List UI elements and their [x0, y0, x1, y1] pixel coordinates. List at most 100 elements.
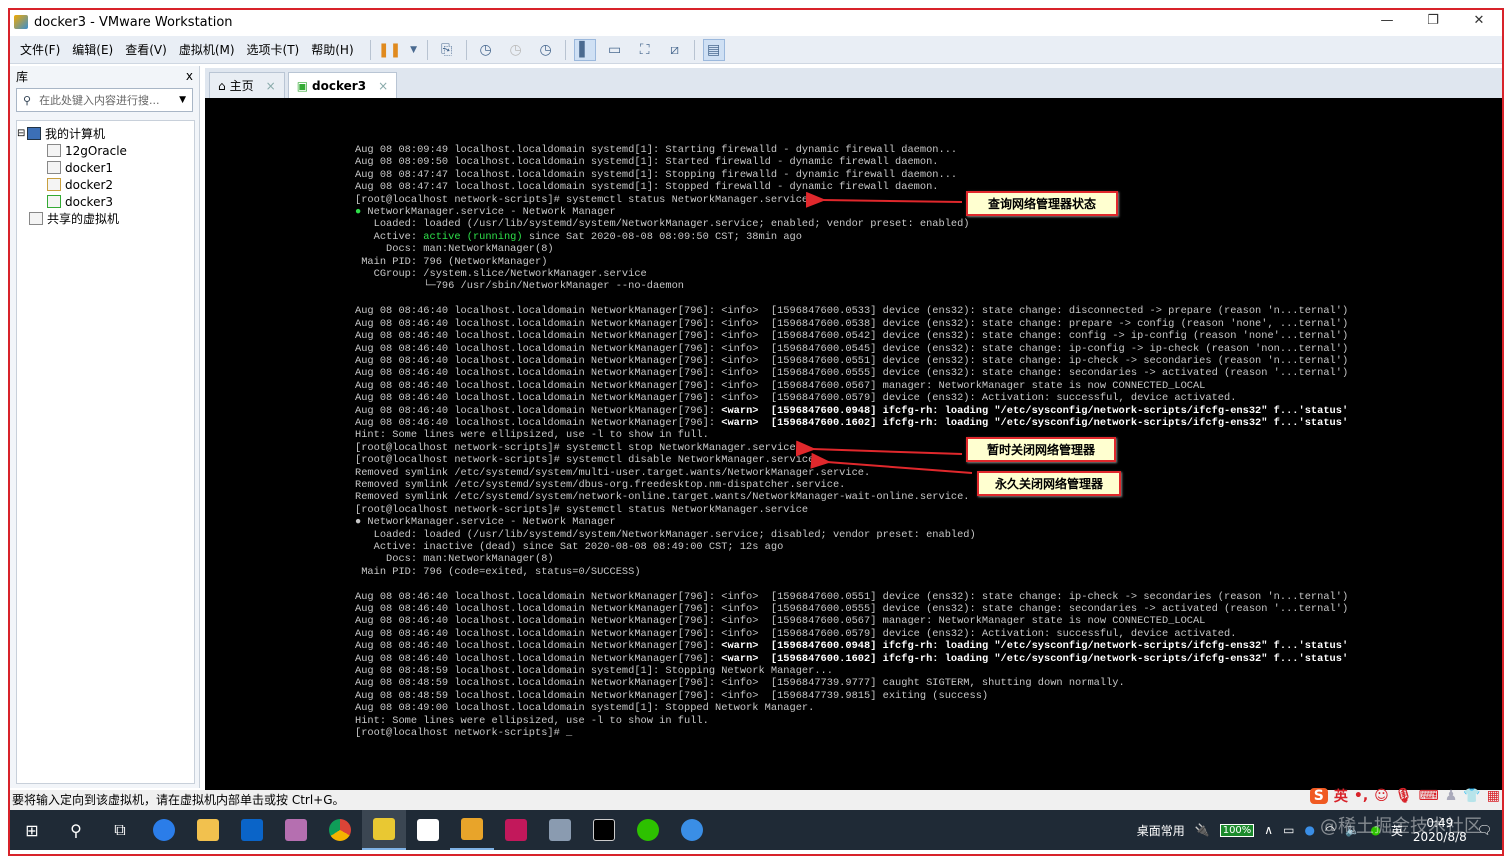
- tab-docker3[interactable]: ▣ docker3 ×: [287, 72, 398, 98]
- menu-help[interactable]: 帮助(H): [311, 41, 353, 58]
- divider: [465, 39, 467, 60]
- annotation-disable: 永久关闭网络管理器: [977, 471, 1121, 496]
- outlook-icon[interactable]: [230, 810, 274, 850]
- watermark: @稀土掘金技术社区: [1320, 816, 1482, 837]
- system-tray: 桌面常用 🔌 100% ∧ ▭ ● ◠ 🔈 ● 英 @稀土掘金技术社区 0:49…: [1137, 810, 1492, 850]
- user-icon[interactable]: ♟: [1445, 788, 1458, 804]
- vm-running-icon: ▣: [296, 78, 309, 93]
- emoji-icon[interactable]: ☺: [1374, 788, 1389, 804]
- tree-vm-12goracle[interactable]: 12gOracle: [17, 142, 194, 159]
- task-view-icon[interactable]: ⧉: [98, 810, 142, 850]
- title-bar: docker3 - VMware Workstation — ❐ ✕: [10, 10, 1502, 34]
- tree-label: 我的计算机: [45, 127, 106, 141]
- microphone-icon[interactable]: 🎙: [1395, 788, 1413, 804]
- search-placeholder: 在此处键入内容进行搜...: [39, 94, 160, 107]
- annotation-arrows: [795, 191, 973, 474]
- dropdown-arrow-icon[interactable]: ▼: [409, 39, 419, 61]
- tab-home[interactable]: ⌂ 主页 ×: [209, 72, 285, 98]
- ime-language[interactable]: 英: [1334, 786, 1348, 806]
- restore-button[interactable]: ❐: [1410, 10, 1456, 34]
- tree-shared-vms[interactable]: 共享的虚拟机: [17, 210, 194, 227]
- minimize-button[interactable]: —: [1364, 10, 1410, 34]
- file-explorer-icon[interactable]: [186, 810, 230, 850]
- skin-icon[interactable]: 👕: [1463, 788, 1480, 804]
- menu-edit[interactable]: 编辑(E): [72, 41, 113, 58]
- intellij-icon[interactable]: [494, 810, 538, 850]
- library-title: 库: [16, 69, 29, 84]
- menu-grid-icon[interactable]: ▦: [1487, 788, 1500, 804]
- library-close-button[interactable]: x: [186, 69, 193, 83]
- chrome-icon[interactable]: [318, 810, 362, 850]
- menu-file[interactable]: 文件(F): [20, 41, 60, 58]
- vmware-icon[interactable]: [450, 810, 494, 850]
- vm-icon: [47, 178, 61, 191]
- divider: [693, 39, 695, 60]
- arrow-stop: [795, 440, 963, 457]
- vm-running-icon: [47, 195, 61, 208]
- keyboard-icon[interactable]: ⌨: [1419, 788, 1439, 804]
- power-plug-icon: 🔌: [1194, 823, 1210, 837]
- revert-snapshot-icon[interactable]: ◷: [505, 39, 527, 61]
- shared-vm-icon: [29, 212, 43, 225]
- device-icon[interactable]: ▭: [1283, 823, 1294, 837]
- app-icon[interactable]: [274, 810, 318, 850]
- taskbar: ⊞ ⚲ ⧉ 桌面常用 🔌 100% ∧ ▭ ● ◠ 🔈 ● 英 @稀土掘金技术社…: [10, 810, 1502, 850]
- wechat-icon[interactable]: [626, 810, 670, 850]
- toolbar-desktop-label[interactable]: 桌面常用: [1137, 822, 1185, 839]
- console-view-icon[interactable]: ▤: [702, 38, 725, 61]
- vm-icon: [47, 144, 61, 157]
- tree-vm-docker3[interactable]: docker3: [17, 193, 194, 210]
- start-button[interactable]: ⊞: [10, 810, 54, 850]
- send-ctrl-alt-del-icon[interactable]: ⎘: [436, 39, 458, 61]
- thumbnail-bar-icon[interactable]: ▭: [604, 39, 626, 61]
- chevron-down-icon[interactable]: ▼: [179, 95, 186, 105]
- snapshot-manager-icon[interactable]: ◷: [535, 39, 557, 61]
- close-tab-icon[interactable]: ×: [378, 79, 388, 93]
- typora-icon[interactable]: [406, 810, 450, 850]
- tree-label: docker3: [65, 194, 114, 209]
- punctuation-icon[interactable]: •,: [1354, 788, 1368, 804]
- search-icon[interactable]: ⚲: [54, 810, 98, 850]
- battery-indicator[interactable]: 100%: [1219, 823, 1255, 837]
- close-tab-icon[interactable]: ×: [266, 79, 276, 93]
- menu-tabs[interactable]: 选项卡(T): [247, 41, 300, 58]
- library-search-input[interactable]: ⚲ 在此处键入内容进行搜... ▼: [16, 88, 193, 112]
- tree-label: 共享的虚拟机: [47, 212, 120, 226]
- tree-my-computer[interactable]: ⊟ 我的计算机: [17, 125, 194, 142]
- divider: [426, 39, 428, 60]
- app-chart-icon[interactable]: [362, 810, 406, 850]
- snapshot-icon[interactable]: ◷: [475, 39, 497, 61]
- arrow-disable: [810, 452, 973, 474]
- menu-view[interactable]: 查看(V): [125, 41, 167, 58]
- vmware-app-icon: [14, 15, 28, 29]
- vm-icon: [47, 161, 61, 174]
- search-icon: ⚲: [23, 93, 32, 107]
- pause-icon[interactable]: ❚❚: [378, 39, 401, 61]
- chevron-up-icon[interactable]: ∧: [1264, 823, 1273, 837]
- tab-label: 主页: [229, 79, 254, 93]
- xshell-icon[interactable]: [538, 810, 582, 850]
- vm-console[interactable]: Aug 08 08:09:49 localhost.localdomain sy…: [205, 98, 1502, 790]
- tree-label: 12gOracle: [65, 143, 127, 158]
- feishu-tray-icon[interactable]: ●: [1304, 823, 1314, 837]
- app-lync-icon[interactable]: [142, 810, 186, 850]
- ime-toolbar[interactable]: S 英 •, ☺ 🎙 ⌨ ♟ 👕 ▦: [1309, 786, 1500, 806]
- sogou-logo: S: [1309, 788, 1328, 804]
- computer-icon: [27, 127, 41, 140]
- tree-label: docker2: [65, 177, 114, 192]
- tree-vm-docker2[interactable]: docker2: [17, 176, 194, 193]
- close-button[interactable]: ✕: [1456, 10, 1502, 34]
- annotation-status: 查询网络管理器状态: [966, 191, 1118, 216]
- unity-icon[interactable]: ⧄: [664, 39, 686, 61]
- annotation-stop: 暂时关闭网络管理器: [966, 437, 1116, 462]
- home-icon: ⌂: [218, 78, 226, 93]
- menu-vm[interactable]: 虚拟机(M): [179, 41, 235, 58]
- library-panel: 库 x ⚲ 在此处键入内容进行搜... ▼ ⊟ 我的计算机 12gOracle dock…: [10, 66, 200, 788]
- feishu-icon[interactable]: [670, 810, 714, 850]
- fullscreen-icon[interactable]: ⛶: [634, 39, 656, 61]
- show-library-icon[interactable]: ▌: [573, 38, 596, 61]
- terminal-icon[interactable]: [582, 810, 626, 850]
- tree-vm-docker1[interactable]: docker1: [17, 159, 194, 176]
- menu-bar: 文件(F) 编辑(E) 查看(V) 虚拟机(M) 选项卡(T) 帮助(H) ❚❚…: [10, 36, 1502, 64]
- status-bar: 要将输入定向到该虚拟机，请在虚拟机内部单击或按 Ctrl+G。: [10, 790, 1502, 810]
